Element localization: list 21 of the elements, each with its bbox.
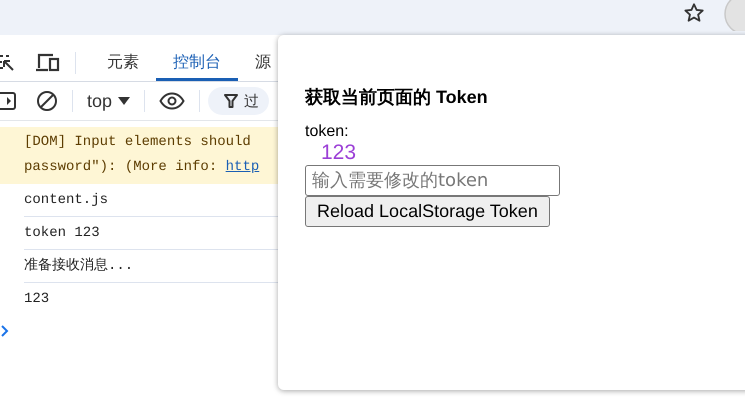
dropdown-caret-icon[interactable]: [118, 96, 130, 106]
clear-console-icon[interactable]: [36, 90, 58, 112]
bookmark-star-icon[interactable]: [683, 2, 705, 24]
filter-icon: [224, 93, 238, 109]
token-value: 123: [321, 141, 356, 165]
devtools-tab[interactable]: 控制台: [156, 45, 238, 81]
sidebar-toggle-icon[interactable]: [0, 91, 18, 111]
device-icon[interactable]: [35, 53, 61, 73]
console-message: 123: [24, 290, 50, 309]
token-input-field[interactable]: 输入需要修改的token: [305, 165, 560, 196]
context-selector[interactable]: top: [87, 90, 112, 112]
warning-message: [DOM] Input elements should password"): (More info: http: [0, 127, 278, 184]
popup-title: 获取当前页面的 Token: [305, 86, 488, 109]
token-label: token:: [305, 123, 349, 141]
eye-icon[interactable]: [159, 92, 186, 110]
devtools-tab[interactable]: 源: [238, 45, 278, 81]
reload-token-button[interactable]: Reload LocalStorage Token: [305, 196, 550, 227]
devtools-tab[interactable]: 元素: [90, 45, 156, 81]
filter-field[interactable]: 过: [208, 87, 270, 115]
prompt-chevron-icon[interactable]: [1, 325, 9, 337]
info-link[interactable]: http: [226, 159, 260, 175]
